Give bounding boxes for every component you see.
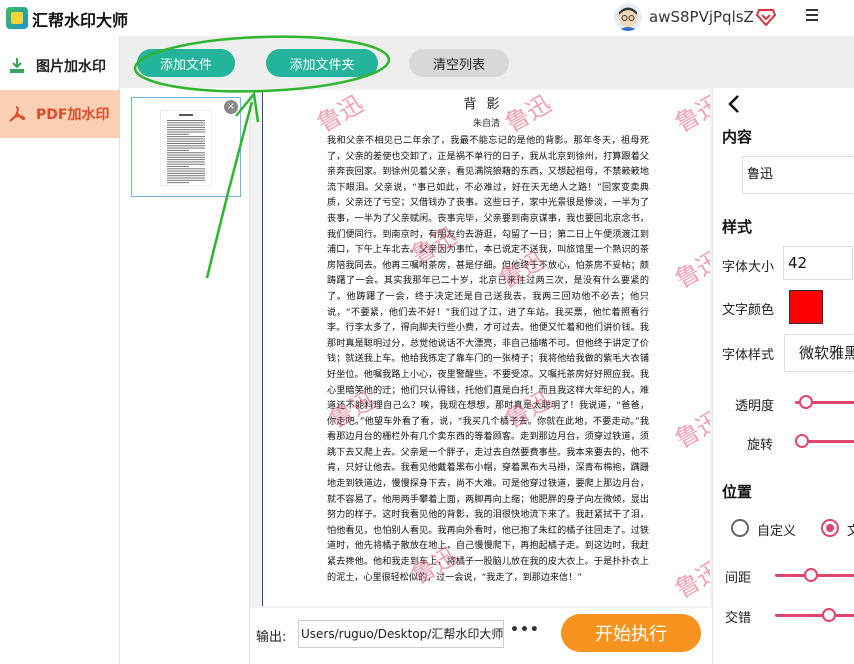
image-watermark-icon xyxy=(8,57,26,75)
sidebar-item-label: 图片加水印 xyxy=(36,59,106,75)
opacity-label: 透明度 xyxy=(735,399,775,414)
thumbnail-page xyxy=(160,110,212,186)
toolbar: 添加文件 添加文件夹 清空列表 xyxy=(120,36,854,88)
title-bar: 汇帮水印大师 awS8PVjPqlsZ xyxy=(0,0,854,36)
font-style-label: 字体样式 xyxy=(722,348,775,363)
document-body: 我和父亲不相见已二年余了，我最不能忘记的是他的背影。那年冬天，祖母死了，父亲的差… xyxy=(327,134,649,586)
watermark-text-input[interactable]: 鲁迅 xyxy=(742,156,854,194)
app-logo-icon xyxy=(6,7,28,29)
position-custom-radio[interactable] xyxy=(731,519,749,537)
text-color-swatch[interactable] xyxy=(789,290,823,324)
settings-panel: 内容 鲁迅 样式 字体大小 42 文字颜色 字体样式 微软雅黑 透明度 旋转 位… xyxy=(712,88,854,664)
browse-more-button[interactable]: ••• xyxy=(510,622,540,638)
stagger-slider[interactable] xyxy=(775,608,854,622)
font-style-select[interactable]: 微软雅黑 xyxy=(784,334,854,372)
stagger-label: 交错 xyxy=(725,611,752,626)
pdf-icon xyxy=(8,105,26,123)
add-file-button[interactable]: 添加文件 xyxy=(137,49,235,77)
avatar-face-icon xyxy=(618,7,638,31)
font-size-label: 字体大小 xyxy=(722,260,775,275)
watermark-text: 鲁迅 xyxy=(670,245,710,294)
watermark-text: 鲁迅 xyxy=(670,405,710,454)
slider-knob[interactable] xyxy=(822,608,836,622)
file-list: × xyxy=(120,88,250,664)
spacing-label: 间距 xyxy=(725,571,752,586)
content-heading: 内容 xyxy=(722,128,753,146)
slider-knob[interactable] xyxy=(798,395,813,409)
position-custom-label: 自定义 xyxy=(757,524,797,539)
opacity-slider[interactable] xyxy=(795,395,854,409)
output-path-field[interactable]: Users/ruguo/Desktop/汇帮水印大师 xyxy=(298,620,504,648)
start-button[interactable]: 开始执行 xyxy=(561,614,701,652)
output-label: 输出: xyxy=(256,630,287,645)
vip-diamond-icon[interactable] xyxy=(755,8,777,30)
user-name[interactable]: awS8PVjPqlsZ xyxy=(649,8,754,26)
font-size-input[interactable]: 42 xyxy=(783,246,853,280)
preview-page: 背影 朱自清 我和父亲不相见已二年余了，我最不能忘记的是他的背影。那年冬天，祖母… xyxy=(262,90,710,606)
hamburger-menu-icon[interactable] xyxy=(806,9,820,23)
position-tile-radio[interactable] xyxy=(821,519,839,537)
document-paragraph: 我和父亲不相见已二年余了，我最不能忘记的是他的背影。那年冬天，祖母死了，父亲的差… xyxy=(327,136,649,583)
file-thumbnail[interactable]: × xyxy=(131,97,241,197)
style-heading: 样式 xyxy=(722,218,753,236)
text-color-label: 文字颜色 xyxy=(722,303,775,318)
close-icon[interactable]: × xyxy=(224,100,238,114)
pdf-preview: 背影 朱自清 我和父亲不相见已二年余了，我最不能忘记的是他的背影。那年冬天，祖母… xyxy=(250,88,712,608)
output-bar: 输出: Users/ruguo/Desktop/汇帮水印大师 ••• 开始执行 xyxy=(250,608,712,664)
avatar[interactable] xyxy=(614,3,642,31)
add-folder-button[interactable]: 添加文件夹 xyxy=(266,49,378,77)
document-title: 背影 xyxy=(463,97,510,112)
clear-list-button[interactable]: 清空列表 xyxy=(409,49,509,77)
app-title: 汇帮水印大师 xyxy=(32,11,129,30)
slider-knob[interactable] xyxy=(795,434,809,448)
watermark-text: 鲁迅 xyxy=(670,555,710,604)
rotate-label: 旋转 xyxy=(747,438,774,453)
sidebar-item-label: PDF加水印 xyxy=(36,107,110,123)
back-arrow-icon[interactable] xyxy=(727,94,741,119)
position-heading: 位置 xyxy=(722,483,753,501)
rotate-slider[interactable] xyxy=(795,434,854,448)
spacing-slider[interactable] xyxy=(775,568,854,582)
sidebar-item-image-watermark[interactable]: 图片加水印 xyxy=(0,42,120,90)
document-author: 朱自清 xyxy=(472,119,500,129)
sidebar: 图片加水印 PDF加水印 xyxy=(0,36,120,664)
position-tile-label: 文 xyxy=(847,520,854,539)
sidebar-item-pdf-watermark[interactable]: PDF加水印 xyxy=(0,90,120,138)
slider-knob[interactable] xyxy=(804,568,818,582)
